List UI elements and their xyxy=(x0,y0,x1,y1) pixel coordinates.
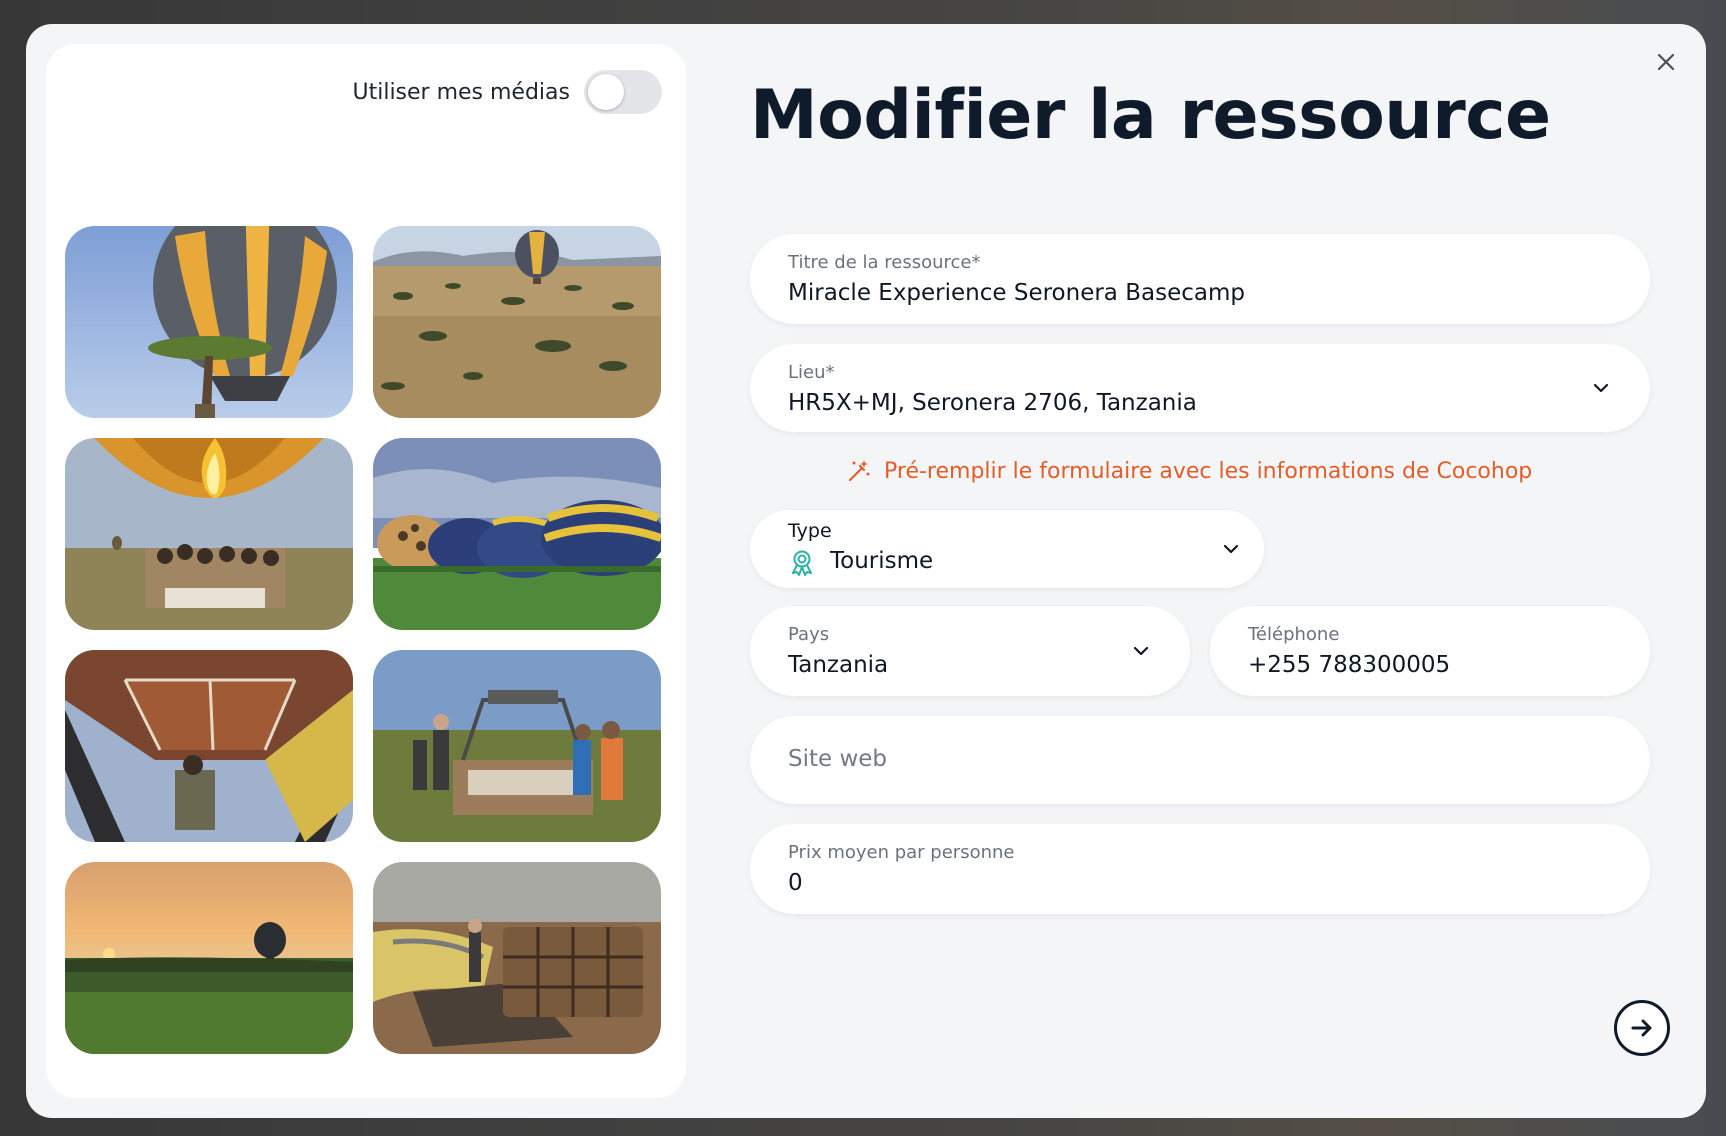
media-panel: Utiliser mes médias xyxy=(46,44,686,1098)
type-label: Type xyxy=(788,520,832,542)
website-field[interactable]: Site web xyxy=(750,716,1650,804)
resource-title-field[interactable]: Titre de la ressource* Miracle Experienc… xyxy=(750,234,1650,324)
phone-field[interactable]: Téléphone +255 788300005 xyxy=(1210,606,1650,696)
price-value[interactable]: 0 xyxy=(788,870,803,896)
country-label: Pays xyxy=(788,624,830,645)
type-value: Tourisme xyxy=(830,548,934,574)
photo-gallery xyxy=(65,226,661,1054)
use-my-media-label: Utiliser mes médias xyxy=(352,79,570,105)
photo-balloon-over-savanna[interactable] xyxy=(373,226,661,418)
location-label: Lieu* xyxy=(788,362,835,383)
photo-inside-balloon-envelope[interactable] xyxy=(65,650,353,842)
magic-wand-icon xyxy=(848,460,870,482)
chevron-down-icon[interactable] xyxy=(1130,640,1152,662)
next-button[interactable] xyxy=(1614,1000,1670,1056)
resource-form: Modifier la ressource Titre de la ressou… xyxy=(750,24,1680,1118)
photo-balloon-over-acacia[interactable] xyxy=(65,226,353,418)
chevron-down-icon[interactable] xyxy=(1590,377,1612,399)
price-label: Prix moyen par personne xyxy=(788,842,1015,863)
chevron-down-icon[interactable] xyxy=(1220,538,1242,560)
edit-resource-modal: Utiliser mes médias Modifier la ressourc… xyxy=(26,24,1706,1118)
rosette-icon xyxy=(792,550,812,576)
price-field[interactable]: Prix moyen par personne 0 xyxy=(750,824,1650,914)
arrow-right-icon xyxy=(1631,1019,1652,1037)
photo-balloons-inflating-on-grass[interactable] xyxy=(373,438,661,630)
phone-value[interactable]: +255 788300005 xyxy=(1248,652,1450,678)
toggle-knob xyxy=(588,74,624,110)
photo-deflated-balloon-basket[interactable] xyxy=(373,862,661,1054)
use-my-media-toggle[interactable] xyxy=(584,70,662,114)
phone-label: Téléphone xyxy=(1248,624,1340,645)
photo-basket-with-pilots[interactable] xyxy=(373,650,661,842)
photo-balloon-basket-with-flame[interactable] xyxy=(65,438,353,630)
country-value: Tanzania xyxy=(788,652,889,678)
location-value[interactable]: HR5X+MJ, Seronera 2706, Tanzania xyxy=(788,390,1197,416)
website-placeholder[interactable]: Site web xyxy=(788,746,887,772)
page-title: Modifier la ressource xyxy=(750,76,1551,155)
photo-sunset-balloon[interactable] xyxy=(65,862,353,1054)
location-field[interactable]: Lieu* HR5X+MJ, Seronera 2706, Tanzania xyxy=(750,344,1650,432)
country-field[interactable]: Pays Tanzania xyxy=(750,606,1190,696)
use-my-media-row: Utiliser mes médias xyxy=(352,70,662,114)
resource-title-value[interactable]: Miracle Experience Seronera Basecamp xyxy=(788,280,1245,306)
prefill-text: Pré-remplir le formulaire avec les infor… xyxy=(884,458,1533,484)
resource-title-label: Titre de la ressource* xyxy=(788,252,981,273)
prefill-from-cocohop-link[interactable]: Pré-remplir le formulaire avec les infor… xyxy=(846,458,1532,484)
type-field[interactable]: Type Tourisme xyxy=(750,510,1264,588)
